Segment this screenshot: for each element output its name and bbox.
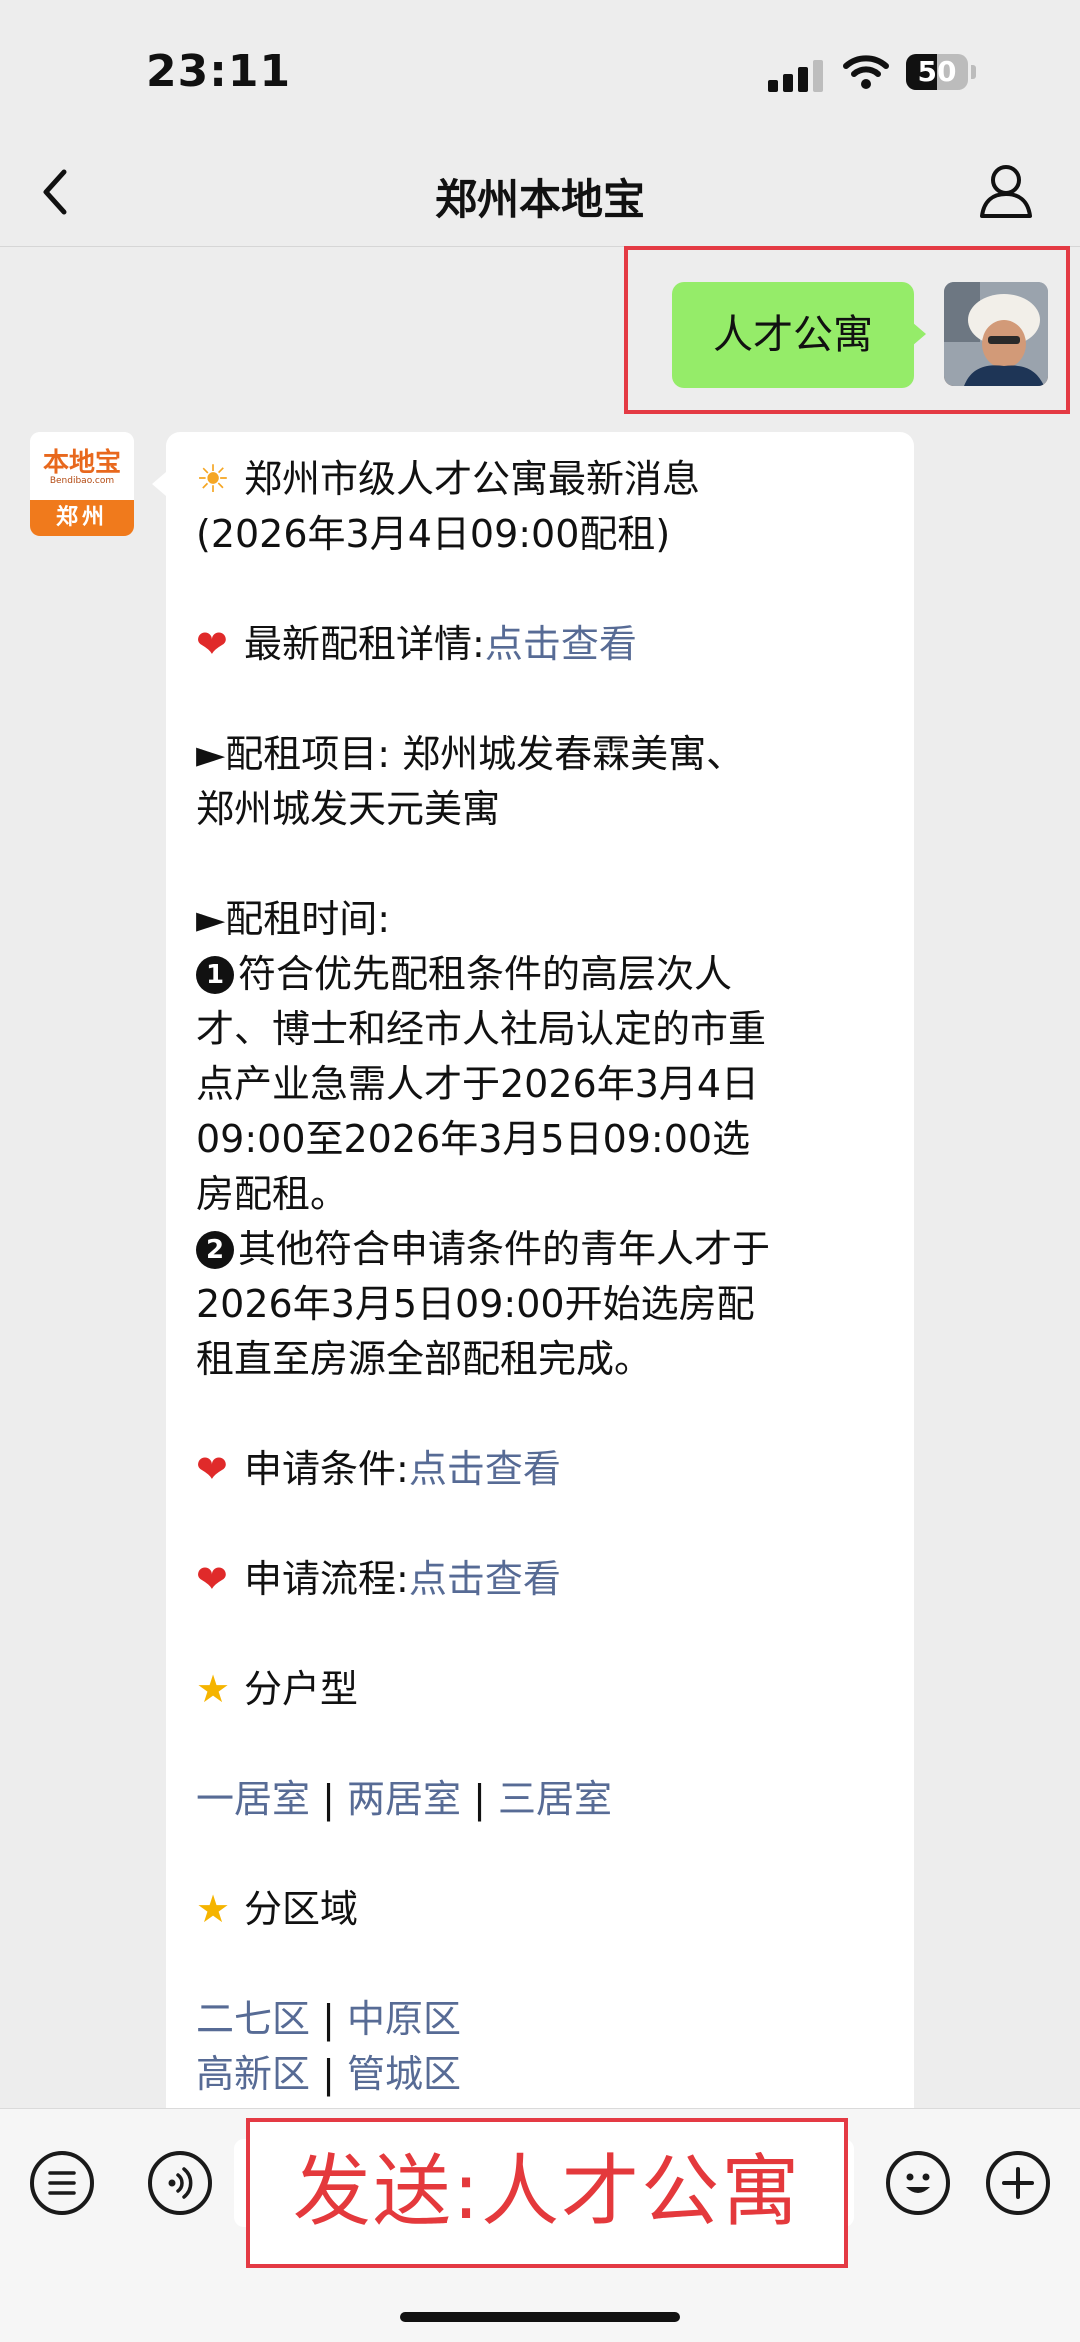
avatar-photo (944, 282, 1048, 386)
status-time: 23:11 (146, 46, 292, 97)
process-label: 申请流程: (244, 1557, 409, 1601)
latest-details-link[interactable]: 点击查看 (485, 622, 637, 666)
item2-text-1: 其他符合申请条件的青年人才于 (238, 1227, 771, 1271)
sent-bubble-tail (912, 322, 926, 346)
project-line-2: 郑州城发天元美寓 (196, 787, 501, 831)
item1-line-1: 1 符合优先配租条件的高层次人 (196, 947, 884, 1002)
item1-line-5: 房配租。 (196, 1172, 349, 1216)
sent-message-bubble[interactable]: 人才公寓 (672, 282, 914, 388)
conditions-link[interactable]: 点击查看 (409, 1447, 561, 1491)
star-icon: ★ (196, 1667, 231, 1711)
number-two-badge: 2 (196, 1231, 234, 1269)
room-type-links: 一居室 | 两居室 | 三居室 (196, 1772, 884, 1827)
link-guancheng-district[interactable]: 管城区 (347, 2052, 461, 2096)
link-two-bedroom[interactable]: 两居室 (347, 1777, 461, 1821)
separator: | (473, 1777, 486, 1821)
conditions-label: 申请条件: (244, 1447, 409, 1491)
battery-indicator: 50 (906, 54, 968, 90)
emoji-icon[interactable] (886, 2151, 950, 2215)
bendibao-city-label: 郑州 (30, 500, 134, 536)
district-heading: ★ 分区域 (196, 1882, 884, 1937)
received-bubble-tail (152, 472, 166, 496)
heart-icon: ❤ (196, 1447, 228, 1491)
battery-level: 50 (917, 55, 957, 88)
heart-icon: ❤ (196, 622, 228, 666)
plus-icon[interactable] (986, 2151, 1050, 2215)
item1-line-2: 才、博士和经市人社局认定的市重 (196, 1007, 767, 1051)
item1-text-1: 符合优先配租条件的高层次人 (238, 952, 733, 996)
item1-line-4: 09:00至2026年3月5日09:00选 (196, 1117, 751, 1161)
link-gaoxin-district[interactable]: 高新区 (196, 2052, 310, 2096)
battery-tip (971, 65, 976, 79)
latest-details-label: 最新配租详情: (244, 622, 485, 666)
conditions-line: ❤ 申请条件:点击查看 (196, 1442, 884, 1497)
chat-header: 郑州本地宝 (0, 140, 1080, 247)
message-title: 郑州市级人才公寓最新消息 (244, 457, 701, 501)
room-type-heading: ★ 分户型 (196, 1662, 884, 1717)
menu-icon[interactable] (30, 2151, 94, 2215)
status-bar: 23:11 50 (0, 0, 1080, 140)
message-title-line: ☀ 郑州市级人才公寓最新消息 (196, 452, 884, 507)
bendibao-avatar[interactable]: 本地宝 Bendibao.com 郑州 (30, 432, 134, 536)
cellular-signal-icon (768, 60, 828, 92)
bendibao-logo-subtext: Bendibao.com (49, 476, 115, 486)
item2-line-3: 租直至房源全部配租完成。 (196, 1337, 653, 1381)
profile-icon[interactable] (976, 160, 1036, 220)
home-indicator[interactable] (400, 2312, 680, 2322)
district-links-1: 二七区 | 中原区 (196, 1992, 884, 2047)
message-subtitle: (2026年3月4日09:00配租) (196, 512, 671, 556)
process-link[interactable]: 点击查看 (409, 1557, 561, 1601)
wifi-icon (843, 55, 889, 89)
project-line-1: ►配租项目: 郑州城发春霖美寓、 (196, 732, 745, 776)
link-three-bedroom[interactable]: 三居室 (498, 1777, 612, 1821)
time-label: ►配租时间: (196, 897, 391, 941)
voice-icon[interactable] (148, 2151, 212, 2215)
bendibao-logo-text: 本地宝 (42, 448, 121, 478)
link-one-bedroom[interactable]: 一居室 (196, 1777, 310, 1821)
room-type-label: 分户型 (244, 1667, 359, 1711)
item2-line-1: 2 其他符合申请条件的青年人才于 (196, 1222, 884, 1277)
district-links-2: 高新区 | 管城区 (196, 2047, 884, 2102)
district-label: 分区域 (244, 1887, 359, 1931)
heart-icon: ❤ (196, 1557, 228, 1601)
number-one-badge: 1 (196, 956, 234, 994)
item1-line-3: 点产业急需人才于2026年3月4日 (196, 1062, 760, 1106)
process-line: ❤ 申请流程:点击查看 (196, 1552, 884, 1607)
chat-title: 郑州本地宝 (434, 175, 645, 224)
user-avatar[interactable] (944, 282, 1048, 386)
latest-details-line: ❤ 最新配租详情:点击查看 (196, 617, 884, 672)
item2-line-2: 2026年3月5日09:00开始选房配 (196, 1282, 755, 1326)
sun-icon: ☀ (196, 457, 231, 501)
received-message-bubble: ☀ 郑州市级人才公寓最新消息 (2026年3月4日09:00配租) ❤ 最新配租详情… (166, 432, 914, 2132)
send-instruction-overlay: 发送:人才公寓 (246, 2118, 848, 2268)
separator: | (322, 2052, 335, 2096)
star-icon: ★ (196, 1887, 231, 1931)
link-erqi-district[interactable]: 二七区 (196, 1997, 310, 2041)
separator: | (322, 1997, 335, 2041)
separator: | (322, 1777, 335, 1821)
link-zhongyuan-district[interactable]: 中原区 (347, 1997, 461, 2041)
